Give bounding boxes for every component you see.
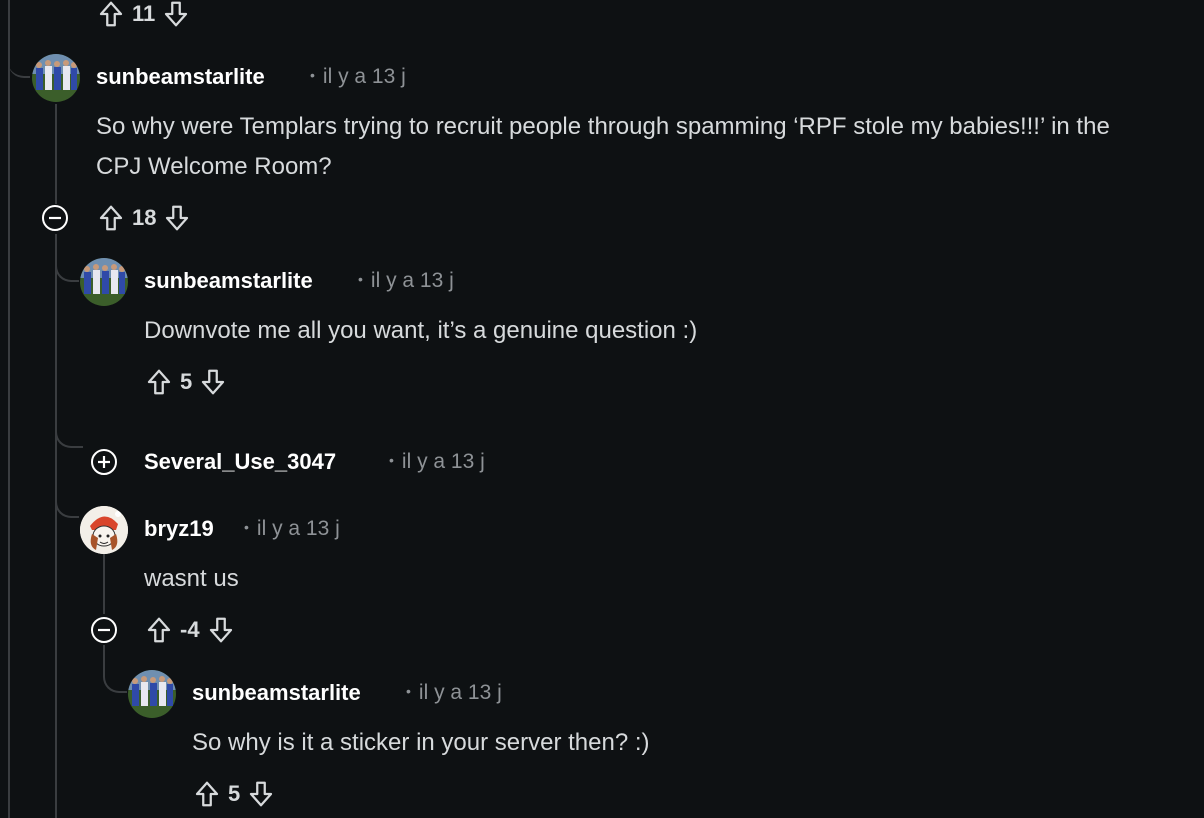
thread-line-c1-lower [55,234,57,818]
timestamp-text[interactable]: il y a 13 j [323,65,406,88]
downvote-arrow-icon[interactable] [246,779,276,809]
comment-timestamp: • il y a 13 j [358,269,454,293]
vote-count: 5 [228,781,241,806]
thread-line-c1 [55,104,57,204]
comment-author[interactable]: Several_Use_3047 [144,449,336,475]
top-vote-row: 11 [96,0,191,31]
thread-connector-c4 [55,490,79,518]
upvote-arrow-icon[interactable] [144,615,174,645]
comment-author[interactable]: bryz19 [144,516,214,542]
vote-count: 11 [132,1,156,26]
collapse-minus-icon[interactable] [41,204,69,232]
avatar[interactable] [80,258,128,306]
comment-author[interactable]: sunbeamstarlite [144,268,313,294]
comment-timestamp: • il y a 13 j [244,517,340,541]
upvote-arrow-icon[interactable] [144,367,174,397]
upvote-arrow-icon[interactable] [96,0,126,29]
avatar[interactable] [32,54,80,102]
separator-dot: • [406,683,411,699]
vote-count: 5 [180,369,193,394]
upvote-arrow-icon[interactable] [192,779,222,809]
separator-dot: • [358,271,363,287]
thread-connector-c3 [55,420,83,448]
downvote-arrow-icon[interactable] [206,615,236,645]
vote-row: 5 [144,365,228,399]
separator-dot: • [389,452,394,468]
thread-connector-c2 [55,250,79,282]
avatar[interactable] [80,506,128,554]
downvote-arrow-icon[interactable] [198,367,228,397]
thread-connector-c1 [8,40,30,78]
comment-body: So why is it a sticker in your server th… [192,729,650,756]
collapse-minus-icon[interactable] [90,616,118,644]
vote-count: 18 [132,205,157,230]
comment-timestamp: • il y a 13 j [406,681,502,705]
expand-plus-icon[interactable] [90,448,118,476]
vote-count: -4 [180,617,200,642]
separator-dot: • [244,519,249,535]
vote-row: 5 [192,777,276,811]
downvote-arrow-icon[interactable] [162,203,192,233]
thread-connector-c5 [103,645,127,693]
comment-author[interactable]: sunbeamstarlite [96,64,265,90]
timestamp-text[interactable]: il y a 13 j [402,450,485,473]
separator-dot: • [310,67,315,83]
thread-line-c4 [103,554,105,614]
avatar[interactable] [128,670,176,718]
comment-body: Downvote me all you want, it’s a genuine… [144,317,698,344]
vote-row: 18 [96,201,192,235]
downvote-arrow-icon[interactable] [161,0,191,29]
comment-timestamp: • il y a 13 j [389,450,485,474]
timestamp-text[interactable]: il y a 13 j [419,681,502,704]
vote-row: -4 [144,613,236,647]
timestamp-text[interactable]: il y a 13 j [257,517,340,540]
comment-body: wasnt us [144,565,239,592]
comment-timestamp: • il y a 13 j [310,65,406,89]
comment-author[interactable]: sunbeamstarlite [192,680,361,706]
upvote-arrow-icon[interactable] [96,203,126,233]
thread-line-root [8,0,10,818]
timestamp-text[interactable]: il y a 13 j [371,269,454,292]
comment-body: So why were Templars trying to recruit p… [96,113,1110,180]
